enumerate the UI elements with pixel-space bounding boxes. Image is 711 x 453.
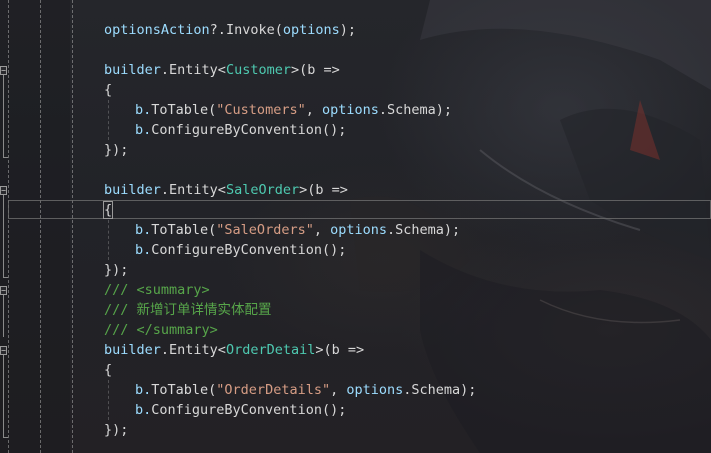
brace-guide bbox=[108, 100, 109, 140]
code-comment: /// </summary> bbox=[104, 322, 218, 338]
fold-end bbox=[3, 277, 8, 278]
current-line-highlight bbox=[8, 200, 711, 219]
code-token: { bbox=[104, 362, 113, 378]
code-token: ( bbox=[274, 22, 283, 38]
code-line[interactable]: }); bbox=[104, 260, 128, 280]
code-token: b. bbox=[135, 222, 152, 238]
editor-gutter bbox=[0, 0, 70, 453]
code-line[interactable]: b.ConfigureByConvention(); bbox=[135, 240, 346, 260]
code-line[interactable]: { bbox=[104, 360, 112, 380]
fold-end bbox=[3, 437, 8, 438]
code-line[interactable]: builder.Entity<SaleOrder>(b => bbox=[104, 180, 348, 200]
code-token: "SaleOrders" bbox=[216, 222, 314, 238]
fold-toggle[interactable]: − bbox=[0, 346, 7, 355]
code-token: Invoke bbox=[225, 22, 275, 38]
code-line[interactable]: b.ToTable("SaleOrders", options.Schema); bbox=[135, 220, 460, 240]
code-token: , bbox=[330, 382, 347, 398]
code-token: , bbox=[313, 222, 331, 238]
code-line[interactable]: { bbox=[102, 200, 114, 220]
code-token: ?. bbox=[209, 22, 226, 38]
code-token: .Schema); bbox=[403, 382, 477, 398]
fold-end bbox=[3, 157, 8, 158]
code-token: >(b => bbox=[315, 342, 365, 358]
indent-guide bbox=[8, 0, 9, 453]
code-token: .Schema); bbox=[378, 102, 453, 118]
code-token: Customer bbox=[225, 62, 291, 78]
code-token: .Entity< bbox=[160, 182, 226, 198]
code-token: OrderDetail bbox=[225, 342, 316, 358]
code-token: builder bbox=[104, 342, 161, 358]
code-line[interactable]: optionsAction?.Invoke(options); bbox=[104, 20, 356, 40]
code-token: b. bbox=[135, 242, 152, 258]
code-token: .Entity< bbox=[160, 62, 226, 78]
code-line[interactable]: builder.Entity<OrderDetail>(b => bbox=[104, 340, 364, 360]
code-token: options bbox=[346, 382, 404, 398]
code-line[interactable]: builder.Entity<Customer>(b => bbox=[104, 60, 340, 80]
indent-guide bbox=[40, 0, 41, 453]
fold-toggle[interactable]: − bbox=[0, 286, 7, 295]
code-token: ConfigureByConvention(); bbox=[151, 242, 347, 258]
code-token: >(b => bbox=[299, 182, 348, 198]
indent-guide bbox=[72, 0, 73, 453]
code-token: ConfigureByConvention(); bbox=[151, 122, 347, 138]
code-token: { bbox=[104, 82, 113, 98]
code-token: "OrderDetails" bbox=[216, 382, 331, 398]
code-line[interactable]: /// <summary> bbox=[104, 280, 210, 300]
code-token: b. bbox=[135, 382, 152, 398]
code-token: b. bbox=[135, 122, 152, 138]
code-token: options bbox=[321, 102, 379, 118]
code-token: "Customers" bbox=[216, 102, 306, 118]
code-line[interactable]: b.ToTable("Customers", options.Schema); bbox=[135, 100, 452, 120]
code-comment: /// <summary> bbox=[104, 282, 210, 298]
code-line[interactable]: }); bbox=[104, 420, 128, 440]
fold-line bbox=[3, 355, 4, 437]
fold-line bbox=[3, 75, 4, 157]
code-token: .Entity< bbox=[160, 342, 226, 358]
code-line[interactable]: /// </summary> bbox=[104, 320, 218, 340]
code-line[interactable]: }); bbox=[104, 140, 128, 160]
code-comment: /// 新增订单详情实体配置 bbox=[104, 302, 272, 318]
code-token: >(b => bbox=[290, 62, 340, 78]
code-token: b. bbox=[135, 102, 152, 118]
code-line[interactable]: b.ToTable("OrderDetails", options.Schema… bbox=[135, 380, 476, 400]
code-token: builder bbox=[104, 182, 161, 198]
code-line[interactable]: b.ConfigureByConvention(); bbox=[135, 120, 346, 140]
code-token: builder bbox=[104, 62, 161, 78]
fold-toggle[interactable]: − bbox=[0, 186, 7, 195]
code-token: }); bbox=[104, 142, 129, 158]
fold-line bbox=[3, 295, 4, 337]
fold-toggle[interactable]: − bbox=[0, 66, 7, 75]
code-token: ToTable( bbox=[151, 222, 217, 238]
code-token: }); bbox=[104, 262, 129, 278]
brace-guide bbox=[108, 380, 109, 420]
code-token: optionsAction bbox=[104, 22, 210, 38]
code-token: SaleOrder bbox=[225, 182, 300, 198]
fold-line bbox=[3, 195, 4, 277]
code-token: options bbox=[330, 222, 388, 238]
code-token: }); bbox=[104, 422, 129, 438]
code-token: , bbox=[305, 102, 322, 118]
code-token: options bbox=[282, 22, 340, 38]
code-line[interactable]: { bbox=[104, 80, 112, 100]
code-line[interactable]: /// 新增订单详情实体配置 bbox=[104, 300, 272, 320]
code-token: ToTable( bbox=[151, 102, 217, 118]
code-line[interactable]: b.ConfigureByConvention(); bbox=[135, 400, 346, 420]
code-token: .Schema); bbox=[387, 222, 461, 238]
code-token: ToTable( bbox=[151, 382, 217, 398]
brace-guide bbox=[108, 220, 109, 260]
code-token: { bbox=[102, 201, 114, 219]
code-token: b. bbox=[135, 402, 152, 418]
code-token: ConfigureByConvention(); bbox=[151, 402, 347, 418]
code-token: ); bbox=[339, 22, 357, 38]
